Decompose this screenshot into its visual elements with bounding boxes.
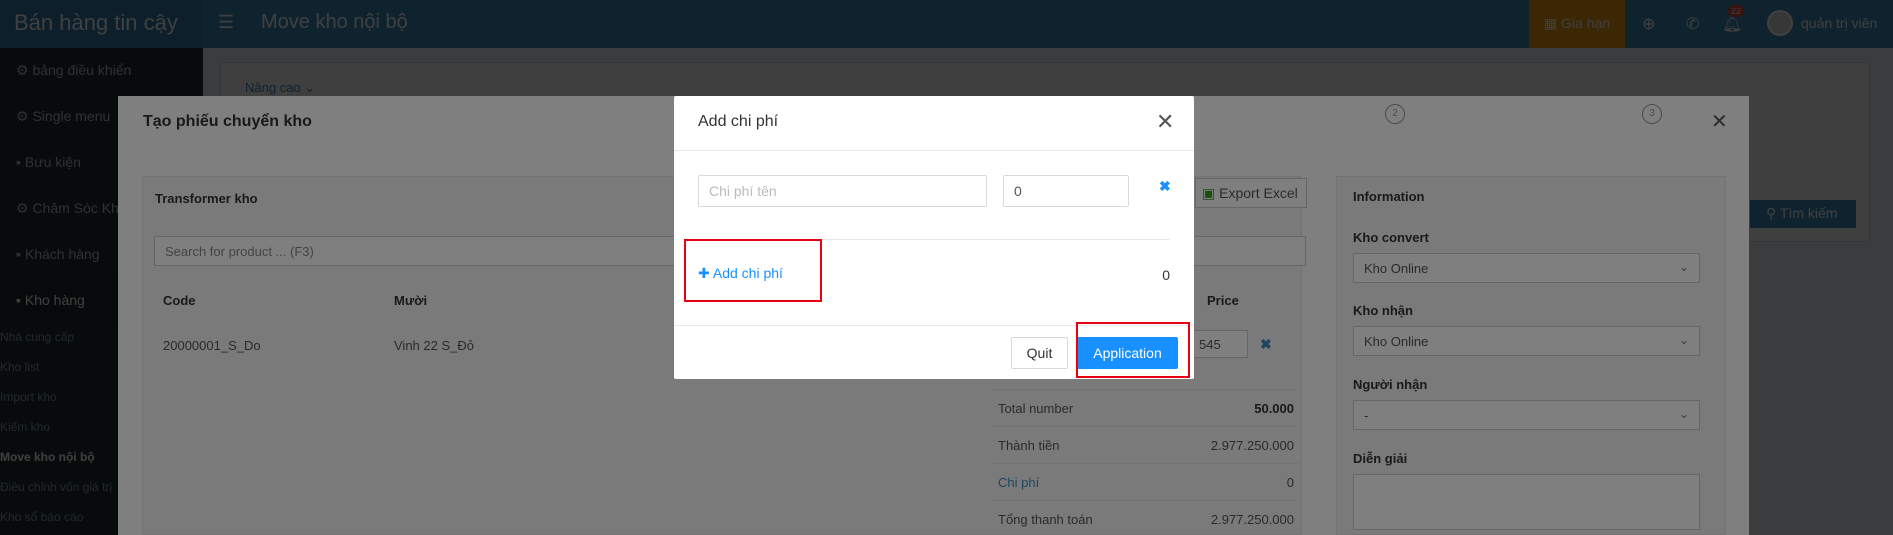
modal-header: Add chi phí ✕ [674,96,1194,151]
highlight-box [1076,322,1190,378]
cost-value-input[interactable] [1003,175,1129,207]
remove-cost-icon[interactable]: ✖ [1159,178,1171,195]
highlight-box [684,239,822,302]
cost-total: 0 [1162,267,1170,283]
quit-button[interactable]: Quit [1011,337,1068,369]
cost-name-input[interactable] [698,175,987,207]
close-icon[interactable]: ✕ [1156,109,1174,135]
add-cost-modal-title: Add chi phí [698,113,779,130]
